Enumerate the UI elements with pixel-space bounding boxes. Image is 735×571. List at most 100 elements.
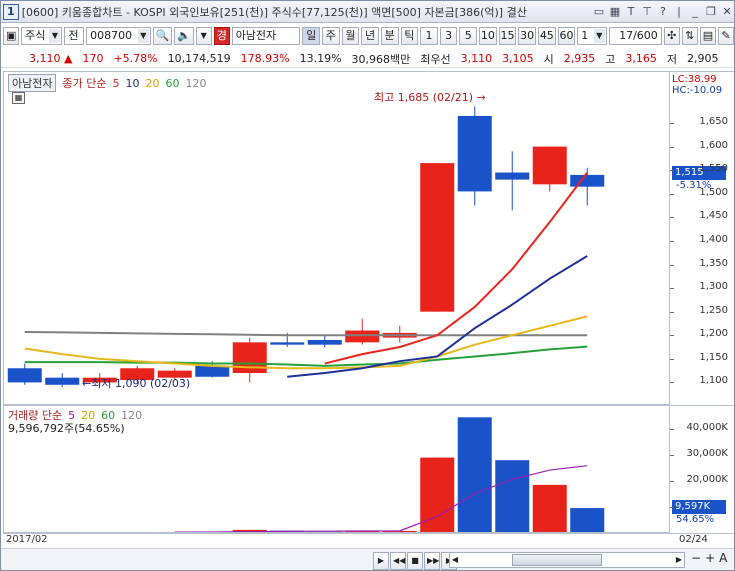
tile-icon[interactable]: ▭ (592, 5, 606, 19)
price-chart[interactable]: 아남전자 종가 단순 5 10 20 60 120 ▦ 최고 1,685 (02… (3, 71, 670, 405)
stock-code-input[interactable]: 008700 ▼ (86, 27, 151, 45)
crosshair-icon[interactable]: ✣ (663, 27, 680, 45)
forward-icon[interactable]: ▶▶ (424, 552, 440, 570)
speaker-icon[interactable]: 🔈 (174, 27, 194, 45)
link-icon[interactable]: ⇅ (681, 27, 698, 45)
volume-value: 10,174,519 (167, 52, 231, 65)
auto-scale-icon[interactable]: A (719, 551, 727, 565)
close-icon[interactable]: ✕ (720, 5, 734, 19)
stock-code-value: 008700 (90, 29, 133, 42)
rewind-icon[interactable]: ◀◀ (390, 552, 406, 570)
stop-icon[interactable]: ■ (407, 552, 423, 570)
volume-ratio: 178.93% (240, 52, 290, 65)
minute-60-button[interactable]: 60 (557, 27, 576, 45)
volume-value-label: 9,596,792주(54.65%) (8, 422, 125, 435)
period-year-button[interactable]: 년 (361, 27, 379, 45)
save-icon[interactable]: ▤ (699, 27, 716, 45)
price-axis-label: 1,150 (699, 351, 728, 363)
volume-bar (495, 460, 530, 532)
low-annotation: ←최저 1,090 (02/03) (82, 375, 190, 391)
zoom-in-icon[interactable]: + (705, 551, 715, 565)
zoom-out-icon[interactable]: − (691, 551, 701, 565)
restore-icon[interactable]: ❐ (704, 5, 718, 19)
price-axis-tick (670, 123, 674, 124)
price-axis-label: 1,550 (699, 163, 728, 175)
scrollbar-thumb[interactable] (512, 554, 602, 566)
price-change: 170 (82, 52, 104, 65)
settings-icon[interactable]: ✎ (717, 27, 734, 45)
candle-down (270, 342, 305, 345)
price-axis-tick (670, 358, 674, 360)
period-month-button[interactable]: 월 (341, 27, 360, 45)
price-legend: 아남전자 종가 단순 5 10 20 60 120 (8, 74, 206, 92)
volume-axis-tick (670, 455, 674, 456)
candle-up (345, 330, 380, 343)
price-axis-tick (670, 264, 674, 266)
trade-amount: 30,968백만 (351, 52, 411, 66)
current-volume-pct: 54.65% (676, 514, 715, 525)
turnover-rate: 13.19% (299, 52, 342, 65)
market-select[interactable]: 주식 ▼ (21, 27, 63, 45)
price-axis-label: 1,200 (699, 328, 728, 340)
minute-5-button[interactable]: 5 (459, 27, 478, 45)
low-label: 저 (666, 52, 678, 66)
legend-label: 종가 단순 (62, 77, 107, 90)
stock-name-field[interactable]: 아남전자 (231, 27, 301, 45)
volume-bar (570, 508, 605, 532)
grid-icon[interactable]: ▦ (608, 5, 622, 19)
candle-down (307, 339, 342, 345)
period-day-button[interactable]: 일 (302, 27, 320, 45)
minute-15-button[interactable]: 15 (498, 27, 517, 45)
minute-45-button[interactable]: 45 (538, 27, 556, 45)
navigation-bar: ▶ ◀◀ ■ ▶▶ ▶ ◀ ▶ − + A (1, 548, 734, 570)
chart-scrollbar[interactable]: ◀ ▶ (449, 552, 685, 568)
volume-axis-label: 40,000K (686, 422, 728, 433)
volume-axis[interactable]: 9,597K 54.65% 20,000K 30,000K 40,000K (670, 405, 734, 533)
period-week-button[interactable]: 주 (321, 27, 340, 45)
font-icon[interactable]: T (624, 5, 638, 19)
price-axis-label: 1,250 (699, 304, 728, 316)
minute-10-button[interactable]: 10 (479, 27, 497, 45)
scroll-right-arrow-icon[interactable]: ▶ (674, 554, 684, 566)
price-axis-tick (670, 217, 674, 219)
warning-tag: 경 (213, 27, 230, 45)
minute-1-button[interactable]: 1 (420, 27, 438, 45)
divider-icon: | (677, 4, 681, 18)
price-axis-label: 1,100 (699, 375, 728, 387)
mode-select[interactable]: 전 (64, 27, 85, 45)
minute-30-button[interactable]: 30 (518, 27, 536, 45)
candle-down (457, 115, 492, 192)
help-icon[interactable]: ? (656, 5, 670, 19)
scroll-left-arrow-icon[interactable]: ◀ (450, 554, 460, 566)
price-change-pct: +5.78% (113, 52, 158, 65)
volume-axis-tick (670, 507, 674, 508)
candle-up (532, 146, 567, 185)
scroll-right-icon[interactable]: ▶ (373, 552, 389, 570)
candle-down (570, 174, 605, 187)
price-axis[interactable]: LC:38.99 HC:-10.09 1,515 -5.31% 1,100 1,1… (670, 71, 734, 405)
volume-chart[interactable]: 거래량 단순 5 20 60 120 9,596,792주(54.65%) (3, 405, 670, 533)
menu-toggle-icon[interactable]: ▣ (3, 27, 20, 45)
high-price: 3,165 (625, 52, 657, 65)
search-icon[interactable]: 🔍 (152, 27, 173, 45)
date-axis: 2017/02 02/24 (3, 533, 734, 547)
table-view-icon[interactable]: ▦ (12, 92, 25, 104)
ma120-line (24, 330, 588, 337)
ma60-line (24, 345, 588, 367)
minute-3-button[interactable]: 3 (439, 27, 458, 45)
speaker-dropdown-icon[interactable]: ▼ (195, 27, 212, 45)
price-axis-tick (670, 170, 674, 172)
candle-down (45, 377, 80, 385)
minimize-icon[interactable]: _ (688, 5, 702, 19)
period-tick-button[interactable]: 틱 (400, 27, 419, 45)
window-number-badge[interactable]: 1 (3, 3, 19, 20)
period-minute-button[interactable]: 분 (380, 27, 399, 45)
price-axis-label: 1,650 (699, 116, 728, 127)
current-volume-marker: 9,597K (672, 500, 726, 514)
stock-name-label: 아남전자 (8, 74, 57, 92)
chevron-down-icon: ▼ (137, 29, 149, 43)
pin-icon[interactable]: ⊤ (640, 5, 654, 19)
lc-label: LC:38.99 (672, 74, 717, 85)
open-price: 2,935 (563, 52, 596, 65)
count-select[interactable]: 1 ▼ (577, 27, 607, 45)
